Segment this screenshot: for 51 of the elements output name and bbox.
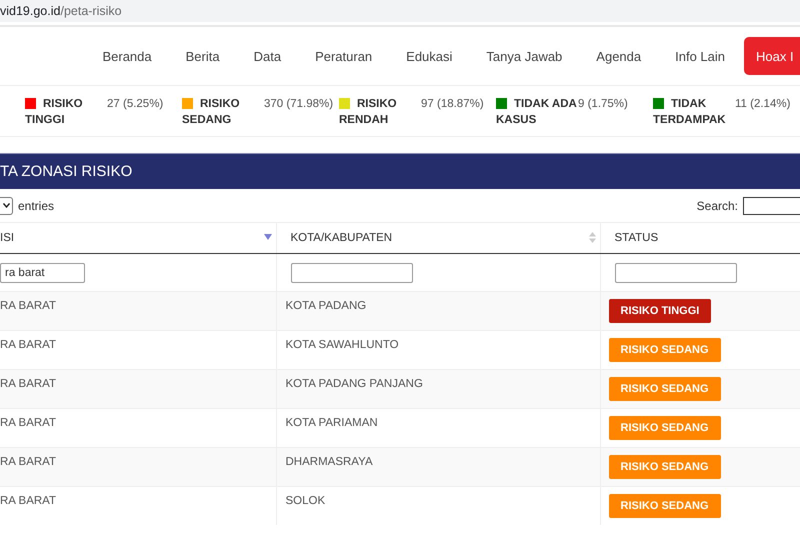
status-badge: RISIKO SEDANG xyxy=(608,338,721,362)
city-cell: DHARMASRAYA xyxy=(286,456,373,468)
nav-link[interactable]: Agenda xyxy=(579,48,658,64)
entries-select[interactable] xyxy=(0,196,13,214)
city-cell: KOTA PADANG PANJANG xyxy=(286,378,423,390)
legend-count: 9 (1.75%) xyxy=(578,97,628,112)
province-cell: RA BARAT xyxy=(0,417,56,429)
filter-field[interactable]: ra barat xyxy=(0,262,85,282)
filter-field[interactable] xyxy=(290,262,412,282)
column-header[interactable]: KOTA/KABUPATEN xyxy=(276,222,600,254)
nav-link[interactable]: Tanya Jawab xyxy=(469,48,580,64)
legend-label: TIDAK ADA KASUS xyxy=(496,98,576,126)
legend-count: 27 (5.25%) xyxy=(107,97,164,112)
legend-count: 370 (71.98%) xyxy=(264,97,334,112)
province-cell: RA BARAT xyxy=(0,300,56,312)
column-header[interactable]: STATUS xyxy=(600,222,800,254)
panel-title: TA ZONASI RISIKO xyxy=(0,163,132,180)
entries-label: entries xyxy=(18,198,54,212)
province-cell: RA BARAT xyxy=(0,456,56,468)
legend-label: RISIKO RENDAH xyxy=(339,98,397,126)
legend-label: RISIKO SEDANG xyxy=(182,98,240,126)
status-badge: RISIKO SEDANG xyxy=(608,416,721,440)
city-cell: KOTA PADANG xyxy=(286,300,366,312)
status-badge: RISIKO SEDANG xyxy=(608,455,721,479)
legend-label: TIDAK TERDAMPAK xyxy=(653,98,726,126)
search-field[interactable] xyxy=(743,196,800,214)
province-cell: RA BARAT xyxy=(0,378,56,390)
nav-link[interactable]: Info Lain xyxy=(658,48,742,64)
nav-link[interactable]: Data xyxy=(236,48,298,64)
status-badge: RISIKO SEDANG xyxy=(608,494,721,518)
nav-link[interactable]: Berita xyxy=(168,48,237,64)
nav-link[interactable]: Edukasi xyxy=(389,48,470,64)
filter-field[interactable] xyxy=(614,262,736,282)
status-badge: RISIKO TINGGI xyxy=(608,299,712,323)
legend-count: 97 (18.87%) xyxy=(421,97,484,112)
legend-count: 11 (2.14%) xyxy=(735,97,790,112)
city-cell: SOLOK xyxy=(286,495,326,507)
city-cell: KOTA PARIAMAN xyxy=(286,417,378,429)
city-cell: KOTA SAWAHLUNTO xyxy=(286,339,399,351)
column-header[interactable]: ISI xyxy=(0,222,276,254)
nav-link[interactable]: Beranda xyxy=(85,48,169,64)
legend-label: RISIKO TINGGI xyxy=(25,98,83,126)
status-badge: RISIKO SEDANG xyxy=(608,377,721,401)
sort-descending-icon[interactable] xyxy=(264,234,272,240)
address-bar[interactable]: vid19.go.id/peta-risiko xyxy=(0,0,800,25)
chevron-down-icon xyxy=(2,203,10,208)
province-cell: RA BARAT xyxy=(0,495,56,507)
province-cell: RA BARAT xyxy=(0,339,56,351)
search-label: Search: xyxy=(696,198,738,212)
nav-link[interactable]: Peraturan xyxy=(298,48,390,64)
hoax-button[interactable]: Hoax I xyxy=(744,37,800,75)
